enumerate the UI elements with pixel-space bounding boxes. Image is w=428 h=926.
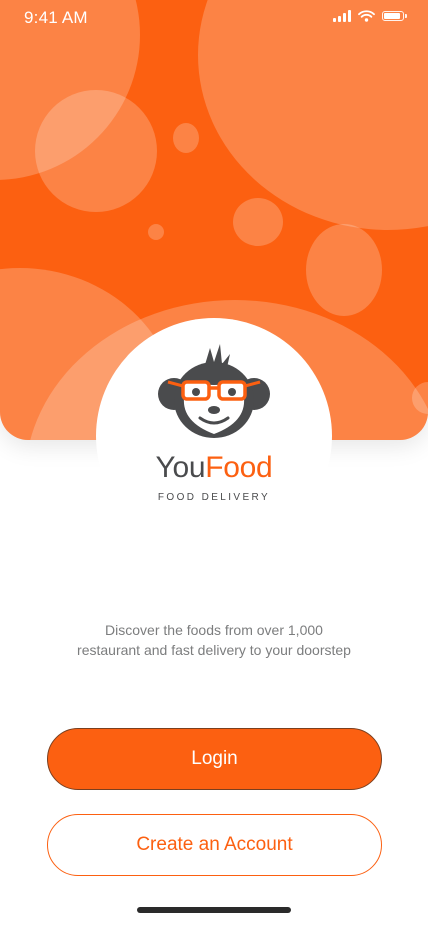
login-button[interactable]: Login xyxy=(47,728,382,790)
create-account-button-label: Create an Account xyxy=(136,834,293,855)
description-line-1: Discover the foods from over 1,000 xyxy=(105,622,323,638)
login-button-label: Login xyxy=(191,748,238,769)
signal-icon xyxy=(333,10,351,22)
home-indicator[interactable] xyxy=(137,907,291,913)
intro-description: Discover the foods from over 1,000 resta… xyxy=(34,620,394,660)
decorative-bubble xyxy=(148,224,164,240)
description-line-2: restaurant and fast delivery to your doo… xyxy=(77,642,351,658)
brand-name-food: Food xyxy=(205,451,273,484)
decorative-bubble xyxy=(173,123,199,153)
monkey-logo-icon xyxy=(158,344,270,438)
brand-name: YouFood xyxy=(156,452,273,484)
status-icons xyxy=(333,10,407,22)
decorative-bubble xyxy=(233,198,283,246)
wifi-icon xyxy=(358,10,375,22)
brand-tagline: FOOD DELIVERY xyxy=(157,492,271,503)
decorative-bubble xyxy=(306,224,382,316)
status-time: 9:41 AM xyxy=(24,8,88,27)
create-account-button[interactable]: Create an Account xyxy=(47,814,382,876)
decorative-bubble xyxy=(35,90,157,212)
status-bar: 9:41 AM xyxy=(0,0,428,36)
brand-name-you: You xyxy=(155,451,206,484)
battery-icon xyxy=(382,11,407,21)
logo-badge: YouFood FOOD DELIVERY xyxy=(96,318,332,554)
